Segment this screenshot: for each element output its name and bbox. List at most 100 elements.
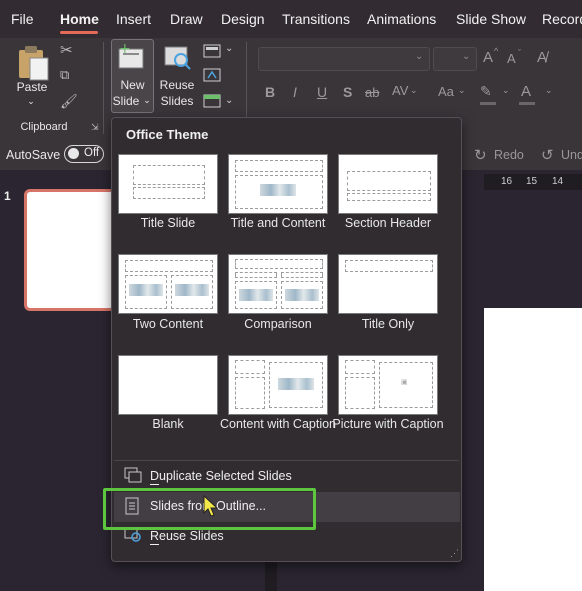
paste-chevron-icon[interactable]: ⌄ [24, 94, 38, 109]
menu-divider [114, 460, 459, 461]
layout-title-and-content[interactable] [228, 154, 328, 214]
highlight-chevron-icon[interactable]: ⌄ [502, 85, 510, 96]
underline-button[interactable]: U [317, 84, 327, 100]
layout-title-only[interactable] [338, 254, 438, 314]
autosave-state: Off [84, 147, 100, 159]
shadow-button[interactable]: S [343, 84, 352, 100]
font-color-chevron-icon[interactable]: ⌄ [545, 85, 553, 96]
tab-record[interactable]: Record [542, 11, 582, 27]
reuse-slides-label-2[interactable]: Slides [157, 94, 197, 109]
menu-bar: File Home Insert Draw Design Transitions… [0, 0, 582, 38]
layout-comparison[interactable] [228, 254, 328, 314]
svg-text:+: + [119, 43, 131, 57]
horizontal-ruler: 16 15 14 [484, 174, 582, 190]
decrease-font-icon[interactable]: A [507, 51, 516, 66]
layout-label: Title Slide [140, 216, 196, 230]
redo-icon[interactable]: ↻ [474, 146, 487, 164]
tab-slide-show[interactable]: Slide Show [456, 11, 526, 27]
paste-button[interactable]: Paste [14, 80, 50, 95]
tab-animations[interactable]: Animations [367, 11, 436, 27]
clipboard-launcher-icon[interactable]: ⇲ [91, 122, 99, 133]
ruler-mark: 15 [526, 176, 538, 187]
reuse-access-key [150, 544, 159, 545]
increase-font-icon[interactable]: A [483, 49, 493, 66]
layout-section-header[interactable] [338, 154, 438, 214]
font-color-button[interactable]: A [521, 83, 531, 100]
font-color-bar [519, 102, 535, 105]
autosave-toggle[interactable]: Off [64, 145, 104, 163]
layout-two-content[interactable] [118, 254, 218, 314]
font-name-input[interactable] [258, 47, 430, 71]
tab-insert[interactable]: Insert [116, 11, 151, 27]
tab-design[interactable]: Design [221, 11, 265, 27]
dropdown-title: Office Theme [126, 127, 209, 142]
change-case-button[interactable]: Aa [438, 84, 454, 99]
font-size-chevron-icon[interactable]: ⌄ [462, 51, 470, 62]
layout-title-slide[interactable] [118, 154, 218, 214]
clear-formatting-icon[interactable]: A̸ [537, 49, 547, 66]
strikethrough-button[interactable]: ab [365, 85, 379, 100]
bold-button[interactable]: B [265, 84, 275, 100]
character-spacing-button[interactable]: AV [392, 83, 408, 98]
tab-transitions[interactable]: Transitions [282, 11, 350, 27]
format-painter-icon[interactable]: 🖌 [60, 93, 78, 110]
section-icon[interactable] [203, 94, 221, 108]
active-tab-indicator [60, 31, 98, 34]
change-case-chevron-icon[interactable]: ⌄ [458, 85, 466, 96]
duplicate-selected-slides-item[interactable]: Duplicate Selected Slides [150, 469, 292, 483]
increase-font-arrow-icon: ^ [494, 46, 499, 56]
copy-icon[interactable]: ⧉ [60, 67, 69, 83]
tab-home[interactable]: Home [60, 11, 99, 27]
vertical-ruler [265, 560, 277, 591]
layout-label: Title Only [361, 317, 415, 331]
new-slide-icon: + [118, 43, 144, 69]
reset-icon[interactable] [203, 68, 221, 82]
toggle-knob [68, 148, 79, 159]
layout-label: Content with Caption [219, 417, 337, 431]
slide-canvas[interactable] [484, 308, 582, 591]
layout-label: Title and Content [230, 216, 326, 230]
undo-label[interactable]: Und [561, 148, 582, 162]
layout-label: Two Content [132, 317, 204, 331]
group-divider [103, 42, 104, 134]
font-size-input[interactable] [433, 47, 477, 71]
ruler-mark: 16 [501, 176, 513, 187]
paste-icon[interactable] [16, 44, 50, 82]
duplicate-label: Duplicate Selected Slides [150, 469, 292, 483]
reuse-slides-icon[interactable] [163, 44, 193, 72]
slide-thumbnail[interactable] [24, 189, 116, 311]
autosave-label: AutoSave [6, 148, 61, 162]
layout-content-with-caption[interactable] [228, 355, 328, 415]
new-slide-label-2: Slide [112, 94, 140, 108]
layout-picture-with-caption[interactable]: ▣ [338, 355, 438, 415]
undo-icon[interactable]: ↺ [541, 146, 554, 164]
highlight-icon[interactable]: ✎ [480, 83, 492, 100]
italic-button[interactable]: I [293, 84, 297, 100]
layout-icon[interactable] [203, 44, 221, 58]
picture-placeholder-icon: ▣ [401, 379, 408, 386]
new-slide-label-1: New [120, 78, 145, 92]
layout-blank[interactable] [118, 355, 218, 415]
layout-label: Picture with Caption [332, 417, 444, 431]
slide-number: 1 [4, 189, 11, 203]
clipboard-group-label: Clipboard [20, 121, 68, 133]
tab-draw[interactable]: Draw [170, 11, 203, 27]
layout-label: Comparison [244, 317, 312, 331]
new-slide-chevron-icon: ⌄ [143, 95, 151, 105]
duplicate-access-key [150, 484, 159, 485]
layout-label: Blank [152, 417, 184, 431]
layout-chevron-icon[interactable]: ⌄ [225, 43, 233, 54]
section-chevron-icon[interactable]: ⌄ [225, 95, 233, 106]
highlight-color-bar [480, 102, 496, 105]
font-name-chevron-icon[interactable]: ⌄ [415, 51, 423, 62]
redo-label[interactable]: Redo [494, 148, 524, 162]
character-spacing-chevron-icon[interactable]: ⌄ [410, 85, 418, 96]
resize-grip-icon[interactable]: ⋰ [450, 548, 459, 559]
ruler-mark: 14 [552, 176, 564, 187]
duplicate-slides-icon [124, 467, 142, 483]
mouse-cursor-icon [203, 495, 219, 517]
reuse-slides-label-1[interactable]: Reuse [157, 78, 197, 93]
cut-icon[interactable]: ✂ [60, 41, 73, 59]
reuse-slides-item[interactable]: Reuse Slides [150, 529, 224, 543]
tab-file[interactable]: File [11, 11, 34, 27]
